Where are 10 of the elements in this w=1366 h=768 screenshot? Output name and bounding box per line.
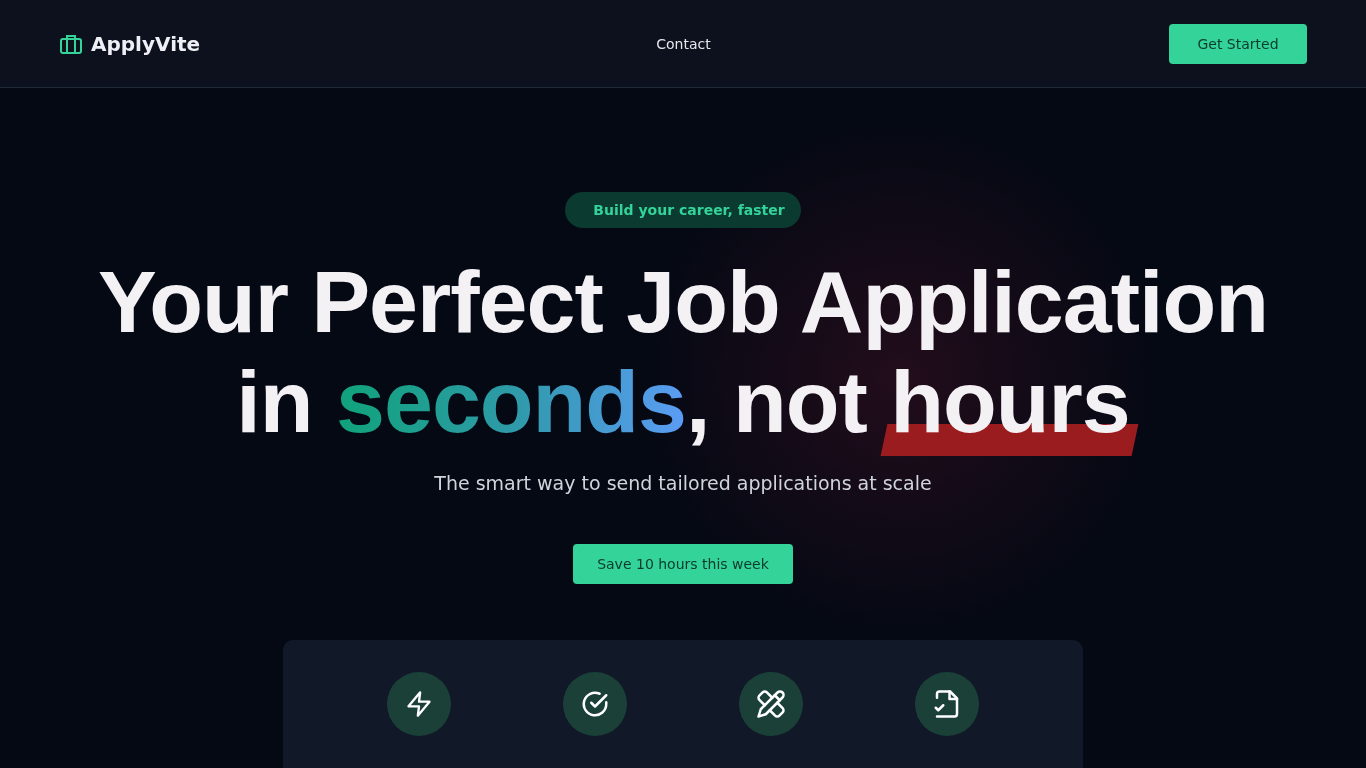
tagline-badge: Build your career, faster [565,192,801,228]
brand-name[interactable]: ApplyVite [91,31,201,56]
save-hours-button[interactable]: Save 10 hours this week [573,544,793,584]
nav-link[interactable]: Contact [656,35,711,52]
check-circle-icon [580,689,610,719]
get-started-button[interactable]: Get Started [1169,23,1307,64]
subtitle: The smart way to send tailored applications at scale [434,472,932,494]
briefcase-icon [60,33,82,54]
lightning-icon [405,690,433,718]
pencil-ruler-icon [756,689,786,719]
